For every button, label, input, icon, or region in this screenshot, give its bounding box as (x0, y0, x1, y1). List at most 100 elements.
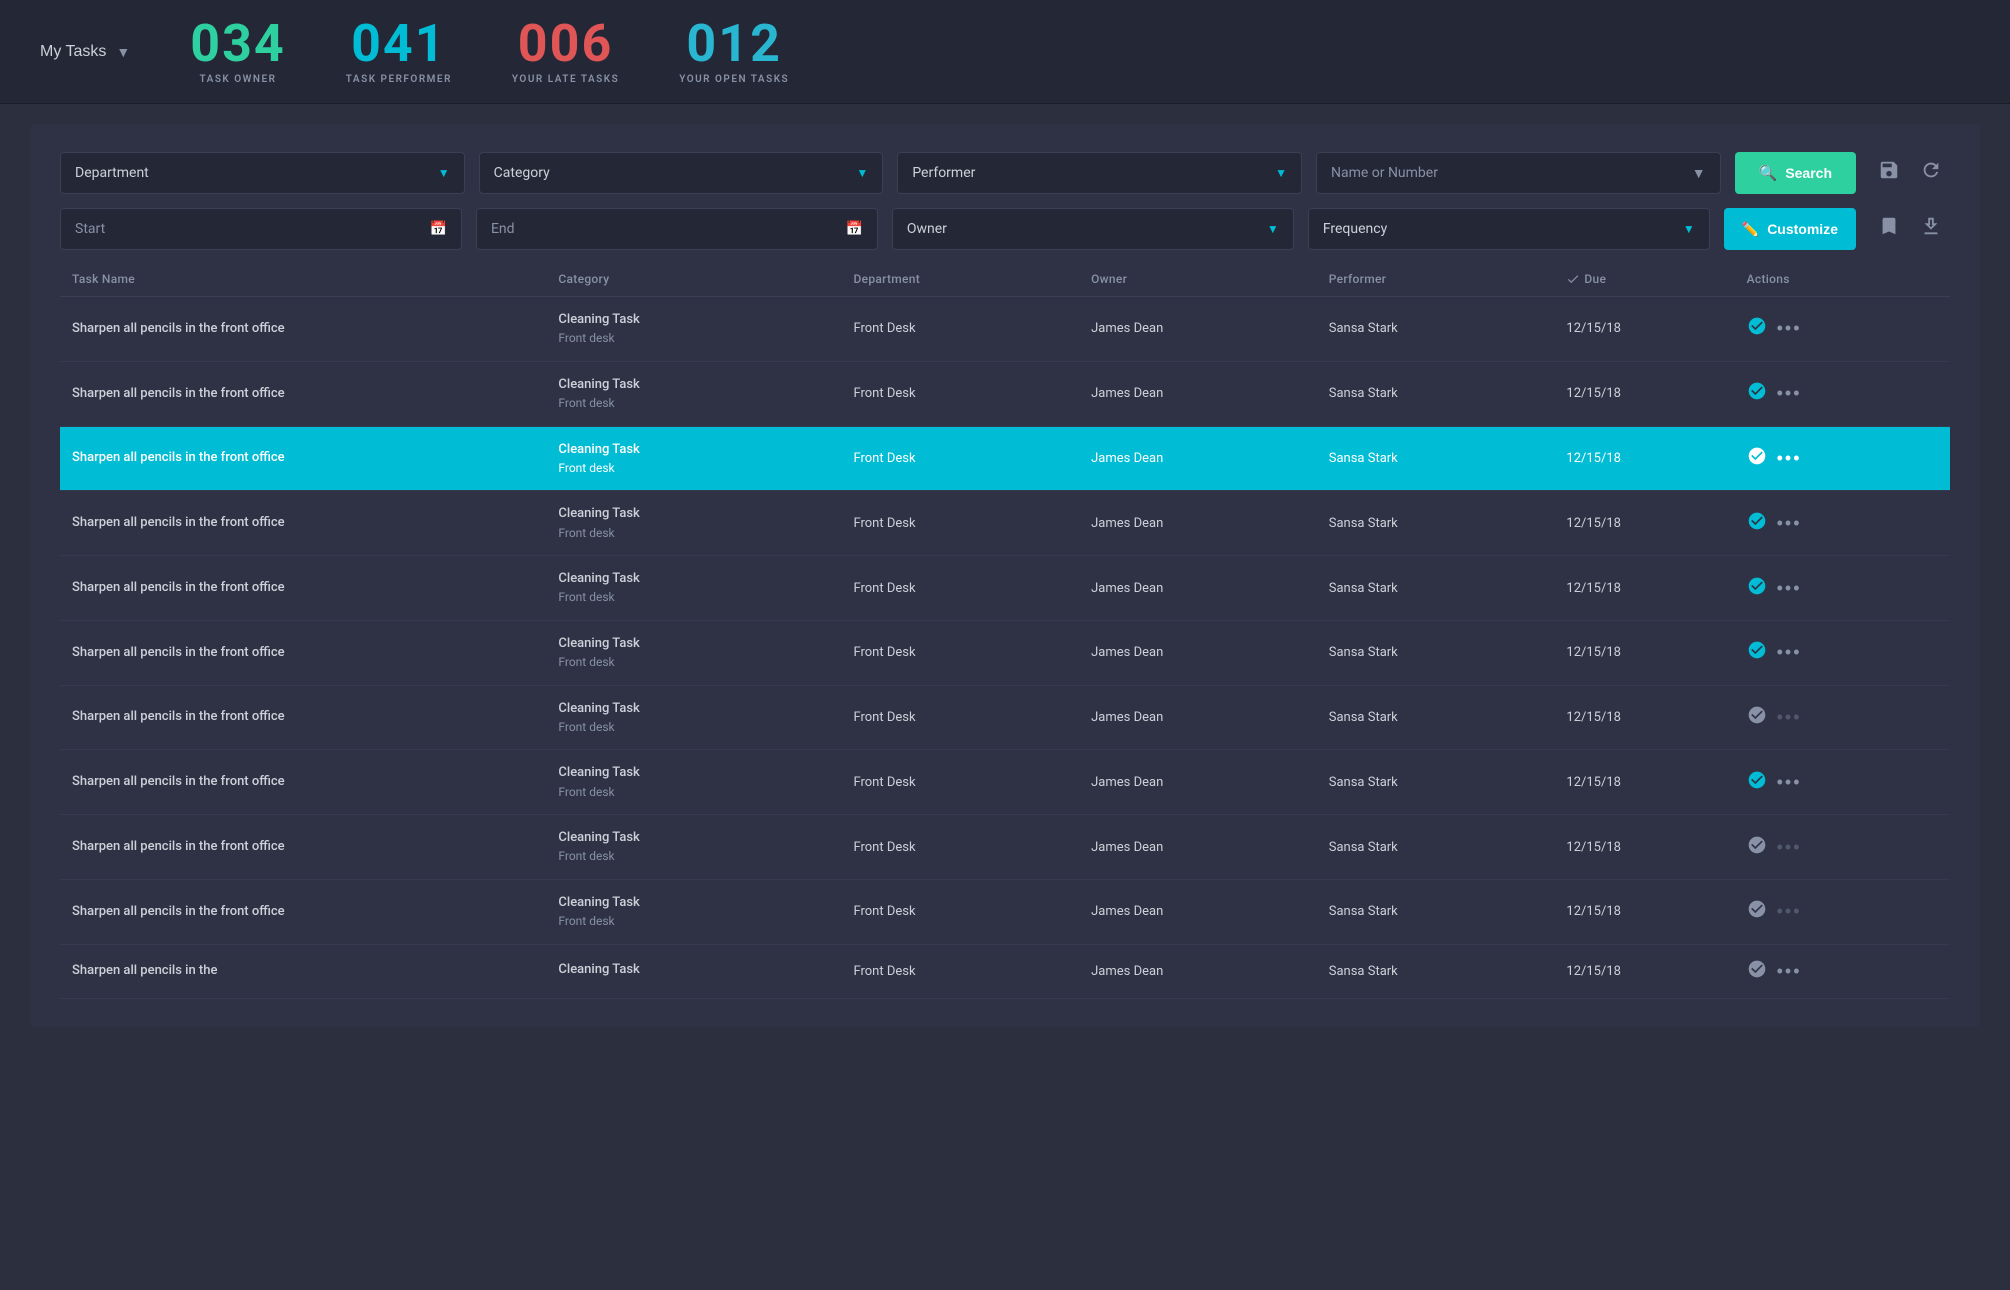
check-action-icon[interactable] (1747, 899, 1767, 924)
table-row[interactable]: Sharpen all pencils in the front office … (60, 297, 1950, 362)
actions-cell: ••• (1747, 959, 1938, 984)
search-button[interactable]: 🔍 Search (1735, 152, 1856, 194)
more-actions-button[interactable]: ••• (1777, 448, 1802, 469)
table-row[interactable]: Sharpen all pencils in the front office … (60, 491, 1950, 556)
check-action-icon[interactable] (1747, 770, 1767, 795)
check-action-icon[interactable] (1747, 576, 1767, 601)
task-name-cell: Sharpen all pencils in the front office (72, 320, 550, 338)
performer-cell: Sansa Stark (1329, 840, 1559, 855)
check-action-icon[interactable] (1747, 705, 1767, 730)
category-cell: Cleaning Task (558, 961, 845, 981)
my-tasks-button[interactable]: My Tasks ▼ (40, 43, 130, 61)
chevron-down-icon: ▼ (1267, 222, 1279, 236)
actions-cell: ••• (1747, 511, 1938, 536)
due-cell: 12/15/18 (1566, 775, 1738, 790)
table-row[interactable]: Sharpen all pencils in the front office … (60, 686, 1950, 751)
due-cell: 12/15/18 (1566, 964, 1738, 979)
check-action-icon[interactable] (1747, 640, 1767, 665)
actions-cell: ••• (1747, 770, 1938, 795)
owner-filter[interactable]: Owner ▼ (892, 208, 1294, 250)
performer-filter[interactable]: Performer ▼ (897, 152, 1302, 194)
owner-cell: James Dean (1091, 516, 1321, 531)
my-tasks-label: My Tasks (40, 43, 106, 61)
department-cell: Front Desk (853, 386, 1083, 401)
col-owner: Owner (1091, 272, 1321, 286)
task-name-cell: Sharpen all pencils in the front office (72, 838, 550, 856)
calendar-icon: 📅 (845, 221, 862, 237)
more-actions-button[interactable]: ••• (1777, 513, 1802, 534)
department-cell: Front Desk (853, 840, 1083, 855)
category-cell: Cleaning Task Front desk (558, 441, 845, 477)
table-row[interactable]: Sharpen all pencils in the Cleaning Task… (60, 945, 1950, 999)
actions-cell: ••• (1747, 316, 1938, 341)
check-action-icon[interactable] (1747, 381, 1767, 406)
check-action-icon[interactable] (1747, 959, 1767, 984)
stat-block-your-late-tasks: 006 YOUR LATE TASKS (512, 18, 619, 85)
more-actions-button[interactable]: ••• (1777, 961, 1802, 982)
more-actions-button[interactable]: ••• (1777, 383, 1802, 404)
performer-cell: Sansa Stark (1329, 386, 1559, 401)
check-action-icon[interactable] (1747, 446, 1767, 471)
end-date-input[interactable]: End 📅 (476, 208, 878, 250)
check-action-icon[interactable] (1747, 835, 1767, 860)
table-row[interactable]: Sharpen all pencils in the front office … (60, 621, 1950, 686)
chevron-down-icon: ▼ (1692, 165, 1706, 182)
table-row[interactable]: Sharpen all pencils in the front office … (60, 427, 1950, 492)
task-name-cell: Sharpen all pencils in the front office (72, 773, 550, 791)
actions-cell: ••• (1747, 640, 1938, 665)
performer-cell: Sansa Stark (1329, 451, 1559, 466)
actions-cell: ••• (1747, 381, 1938, 406)
actions-cell: ••• (1747, 576, 1938, 601)
department-cell: Front Desk (853, 321, 1083, 336)
task-name-cell: Sharpen all pencils in the front office (72, 385, 550, 403)
stat-label: YOUR LATE TASKS (512, 74, 619, 85)
stat-block-task-owner: 034 TASK OWNER (190, 18, 286, 85)
more-actions-button[interactable]: ••• (1777, 578, 1802, 599)
table-row[interactable]: Sharpen all pencils in the front office … (60, 750, 1950, 815)
name-or-number-input[interactable]: Name or Number ▼ (1316, 152, 1721, 194)
category-cell: Cleaning Task Front desk (558, 505, 845, 541)
table-row[interactable]: Sharpen all pencils in the front office … (60, 815, 1950, 880)
task-name-cell: Sharpen all pencils in the front office (72, 708, 550, 726)
more-actions-button[interactable]: ••• (1777, 318, 1802, 339)
main-content: Department ▼ Category ▼ Performer ▼ Name… (30, 124, 1980, 1027)
save-icon-button[interactable] (1870, 155, 1908, 191)
table-row[interactable]: Sharpen all pencils in the front office … (60, 880, 1950, 945)
more-actions-button[interactable]: ••• (1777, 772, 1802, 793)
stat-block-your-open-tasks: 012 YOUR OPEN TASKS (679, 18, 789, 85)
category-filter[interactable]: Category ▼ (479, 152, 884, 194)
owner-cell: James Dean (1091, 645, 1321, 660)
table-row[interactable]: Sharpen all pencils in the front office … (60, 362, 1950, 427)
category-cell: Cleaning Task Front desk (558, 376, 845, 412)
owner-cell: James Dean (1091, 964, 1321, 979)
bookmark-icon-button[interactable] (1870, 211, 1908, 247)
customize-button[interactable]: ✏️ Customize (1724, 208, 1856, 250)
actions-cell: ••• (1747, 899, 1938, 924)
department-filter[interactable]: Department ▼ (60, 152, 465, 194)
check-action-icon[interactable] (1747, 316, 1767, 341)
actions-cell: ••• (1747, 446, 1938, 471)
more-actions-button[interactable]: ••• (1777, 707, 1802, 728)
calendar-icon: 📅 (430, 221, 447, 237)
table-row[interactable]: Sharpen all pencils in the front office … (60, 556, 1950, 621)
col-due: Due (1566, 272, 1738, 286)
department-cell: Front Desk (853, 904, 1083, 919)
stat-block-task-performer: 041 TASK PERFORMER (346, 18, 452, 85)
start-date-input[interactable]: Start 📅 (60, 208, 462, 250)
reset-icon-button[interactable] (1912, 155, 1950, 191)
department-cell: Front Desk (853, 645, 1083, 660)
filter-row-1: Department ▼ Category ▼ Performer ▼ Name… (60, 152, 1950, 194)
category-cell: Cleaning Task Front desk (558, 570, 845, 606)
more-actions-button[interactable]: ••• (1777, 901, 1802, 922)
more-actions-button[interactable]: ••• (1777, 837, 1802, 858)
stat-label: TASK OWNER (200, 74, 277, 85)
frequency-filter[interactable]: Frequency ▼ (1308, 208, 1710, 250)
download-icon-button[interactable] (1912, 211, 1950, 247)
check-action-icon[interactable] (1747, 511, 1767, 536)
more-actions-button[interactable]: ••• (1777, 642, 1802, 663)
due-cell: 12/15/18 (1566, 645, 1738, 660)
header: My Tasks ▼ 034 TASK OWNER 041 TASK PERFO… (0, 0, 2010, 104)
stat-number: 041 (351, 18, 447, 70)
stat-label: TASK PERFORMER (346, 74, 452, 85)
owner-cell: James Dean (1091, 710, 1321, 725)
